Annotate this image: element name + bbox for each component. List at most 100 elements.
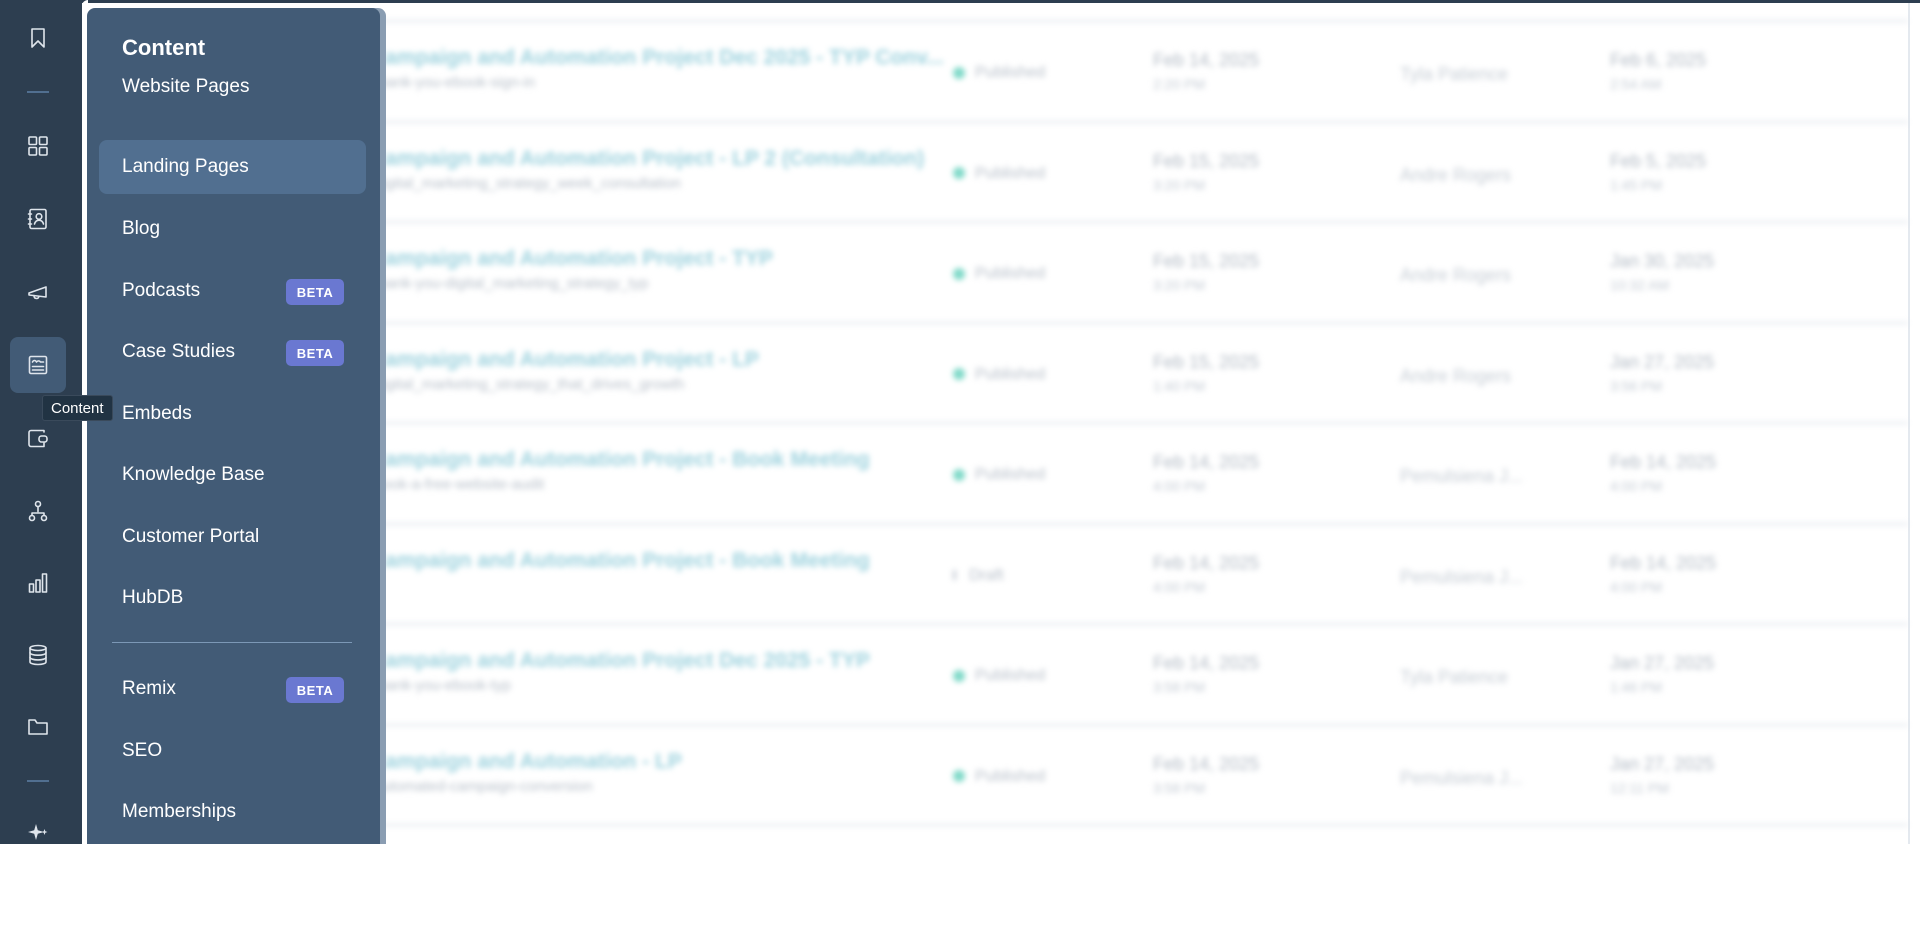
page-title-link[interactable]: Campaign and Automation Project - LP 2 (… <box>370 147 924 171</box>
created-date: Feb 15, 2025 <box>1153 351 1260 372</box>
author-name: Andre Rogers <box>1400 164 1512 185</box>
author-name: Tyla Patience <box>1400 667 1509 687</box>
updated-time: 4:00 PM <box>1610 478 1663 494</box>
menu-item-label: Customer Portal <box>122 526 260 547</box>
created-date: Feb 14, 2025 <box>1153 452 1260 472</box>
bookmark-icon <box>31 28 45 48</box>
page-title-link[interactable]: Campaign and Automation - LP <box>370 750 682 774</box>
status-dot-icon <box>953 669 965 682</box>
landing-pages-table-area: Campaign and Automation Project Dec 2025… <box>150 3 1910 844</box>
table-row[interactable]: Campaign and Automation Project Dec 2025… <box>150 20 1908 121</box>
megaphone-icon <box>28 286 47 300</box>
rail-marketing[interactable] <box>10 264 66 320</box>
created-date: Feb 15, 2025 <box>1153 251 1260 271</box>
updated-date: Jan 27, 2025 <box>1610 653 1715 673</box>
page-title-link[interactable]: Campaign and Automation Project - LP <box>370 348 759 372</box>
menu-item-knowledge-base[interactable]: Knowledge Base <box>99 448 366 502</box>
created-time: 3:58 PM <box>1153 679 1206 695</box>
menu-item-case-studies[interactable]: Case Studies BETA <box>99 325 366 379</box>
table-row[interactable]: Campaign and Automation Project - LP/dig… <box>150 321 1908 423</box>
status-dot-icon <box>953 570 959 581</box>
wallet-icon <box>28 429 48 448</box>
rail-content[interactable] <box>10 337 66 393</box>
menu-item-website-pages[interactable]: Website Pages <box>99 60 366 114</box>
page-url: /automated-campaign-conversion <box>370 777 593 795</box>
contacts-icon <box>27 208 47 230</box>
updated-date: Feb 14, 2025 <box>1610 552 1717 573</box>
rail-crm[interactable] <box>10 191 66 247</box>
status-dot-icon <box>953 368 965 381</box>
page-url: /thank-you-digital_marketing_strategy_ty… <box>370 275 649 292</box>
updated-date: Feb 6, 2025 <box>1610 50 1707 70</box>
status-label: Published <box>975 265 1046 282</box>
updated-date: Jan 30, 2025 <box>1610 251 1715 271</box>
menu-item-landing-pages[interactable]: Landing Pages <box>99 140 366 194</box>
menu-item-label: Knowledge Base <box>122 464 265 485</box>
menu-item-seo[interactable]: SEO <box>99 724 366 778</box>
rail-workspaces[interactable] <box>10 118 66 174</box>
menu-item-label: Blog <box>122 218 161 239</box>
page-title-link[interactable]: Campaign and Automation Project - Book M… <box>370 448 870 472</box>
author-name: Pemulsiena J... <box>1400 767 1524 788</box>
created-date: Feb 14, 2025 <box>1153 753 1260 774</box>
table-row[interactable]: Campaign and Automation Project - Book M… <box>150 522 1908 624</box>
rail-reporting[interactable] <box>10 555 66 611</box>
updated-time: 3:56 PM <box>1610 377 1663 394</box>
page-title-link[interactable]: Campaign and Automation Project - Book M… <box>370 549 870 573</box>
status-label: Published <box>975 466 1046 483</box>
menu-item-label: Embeds <box>122 403 192 424</box>
created-time: 1:40 PM <box>1153 377 1206 394</box>
apps-grid-icon <box>28 136 48 156</box>
created-time: 4:00 PM <box>1153 478 1206 494</box>
created-date: Feb 14, 2025 <box>1153 653 1260 673</box>
page-url: /thank-you-ebook-typ <box>370 677 511 694</box>
flyout-title: Content <box>122 35 206 60</box>
sparkle-icon <box>28 824 48 840</box>
created-time: 2:20 PM <box>1153 76 1206 92</box>
folder-icon <box>28 719 48 735</box>
status-badge: Published <box>953 64 1045 82</box>
database-icon <box>29 644 47 666</box>
menu-item-podcasts[interactable]: Podcasts BETA <box>99 264 366 318</box>
menu-item-blog[interactable]: Blog <box>99 202 366 256</box>
table-row[interactable]: Campaign and Automation Project - LP 2 (… <box>150 120 1908 222</box>
menu-item-hubdb[interactable]: HubDB <box>99 571 366 625</box>
beta-badge: BETA <box>286 340 344 366</box>
beta-badge: BETA <box>286 677 344 703</box>
page-title-link[interactable]: Campaign and Automation Project Dec 2025… <box>370 46 944 70</box>
status-dot-icon <box>953 468 965 481</box>
rail-library[interactable] <box>10 699 66 755</box>
status-dot-icon <box>953 770 965 783</box>
table-row[interactable]: Campaign and Automation Project - TYP/th… <box>150 221 1908 322</box>
created-date: Feb 15, 2025 <box>1153 150 1260 171</box>
rail-data-management[interactable] <box>10 627 66 683</box>
page-title-link[interactable]: Campaign and Automation Project Dec 2025… <box>370 649 870 673</box>
content-flyout-menu: Content Website Pages Landing Pages Blog… <box>87 8 380 844</box>
rail-tooltip: Content <box>42 395 113 421</box>
menu-item-remix[interactable]: Remix BETA <box>99 662 366 716</box>
updated-date: Feb 5, 2025 <box>1610 150 1707 171</box>
created-date: Feb 14, 2025 <box>1153 50 1260 70</box>
rail-bookmarks[interactable] <box>10 10 66 66</box>
rail-automations[interactable] <box>10 483 66 539</box>
menu-item-label: Podcasts <box>122 280 201 301</box>
page-url: /thank-you-ebook-sign-in <box>370 74 536 91</box>
menu-item-memberships[interactable]: Memberships <box>99 785 366 839</box>
table-row[interactable]: Campaign and Automation - LP/automated-c… <box>150 723 1908 825</box>
status-dot-icon <box>953 267 965 280</box>
updated-date: Feb 14, 2025 <box>1610 452 1717 472</box>
table-row[interactable]: Campaign and Automation Project - Book M… <box>150 422 1908 523</box>
status-label: Draft <box>969 566 1004 584</box>
page-title-link[interactable]: Campaign and Automation Project - TYP <box>370 247 773 271</box>
status-badge: Draft <box>953 567 1004 585</box>
rail-ai[interactable] <box>10 805 66 861</box>
author-name: Pemulsiena J... <box>1400 466 1524 486</box>
created-date: Feb 14, 2025 <box>1153 552 1260 573</box>
updated-date: Jan 27, 2025 <box>1610 753 1715 774</box>
menu-item-embeds[interactable]: Embeds <box>99 387 366 441</box>
status-badge: Published <box>953 667 1045 685</box>
content-icon <box>28 355 48 375</box>
table-row[interactable]: Campaign and Automation Project Dec 2025… <box>150 623 1908 724</box>
menu-item-customer-portal[interactable]: Customer Portal <box>99 510 366 564</box>
rail-divider <box>27 780 49 782</box>
